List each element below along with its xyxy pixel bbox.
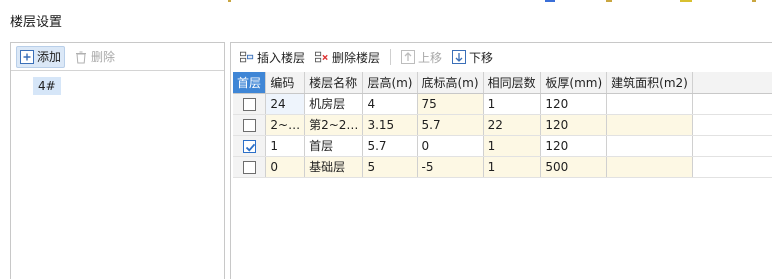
- first-floor-checkbox[interactable]: [242, 97, 256, 111]
- first-floor-cell[interactable]: [233, 156, 267, 178]
- slab-thickness-cell[interactable]: 120: [540, 114, 608, 136]
- building-area-cell[interactable]: [606, 93, 694, 115]
- slab-thickness-cell[interactable]: 500: [540, 156, 608, 178]
- move-down-label: 下移: [469, 50, 494, 65]
- floor-height-cell[interactable]: 3.15: [362, 114, 418, 136]
- top-strip: [0, 0, 772, 4]
- floor-name-cell[interactable]: 基础层: [304, 156, 364, 178]
- table-row[interactable]: 1 首层 5.7 0 1 120: [233, 135, 772, 157]
- building-name: 4#: [38, 79, 56, 93]
- floor-height-cell[interactable]: 4: [362, 93, 418, 115]
- floor-height-cell[interactable]: 5: [362, 156, 418, 178]
- header-code[interactable]: 编码: [265, 72, 306, 94]
- building-panel: 添加 删除 4#: [10, 42, 225, 279]
- bottom-elevation-cell[interactable]: 5.7: [417, 114, 484, 136]
- filler-cell: [692, 156, 772, 178]
- trash-icon: [74, 50, 88, 64]
- floor-toolbar: 插入楼层 删除楼层 上移 下移: [231, 43, 772, 71]
- header-building-area[interactable]: 建筑面积(m2): [606, 72, 694, 94]
- table-row[interactable]: 2~… 第2~2… 3.15 5.7 22 120: [233, 114, 772, 136]
- same-count-cell[interactable]: 1: [483, 135, 542, 157]
- first-floor-cell[interactable]: [233, 93, 267, 115]
- filler-cell: [692, 93, 772, 115]
- first-floor-cell[interactable]: [233, 114, 267, 136]
- bottom-elevation-cell[interactable]: -5: [417, 156, 484, 178]
- building-area-cell[interactable]: [606, 156, 694, 178]
- window-title: 楼层设置: [10, 15, 63, 30]
- arrow-down-icon: [452, 50, 467, 64]
- checkmark-icon: [245, 143, 255, 152]
- first-floor-checkbox[interactable]: [242, 160, 256, 174]
- table-header-row: 首层 编码 楼层名称 层高(m) 底标高(m) 相同层数 板厚(mm) 建筑面积…: [233, 72, 772, 94]
- floor-table: 首层 编码 楼层名称 层高(m) 底标高(m) 相同层数 板厚(mm) 建筑面积…: [233, 72, 772, 178]
- add-building-label: 添加: [37, 50, 62, 64]
- insert-floor-icon: [240, 50, 254, 64]
- header-bottom-elevation[interactable]: 底标高(m): [417, 72, 484, 94]
- slab-thickness-cell[interactable]: 120: [540, 135, 608, 157]
- same-count-cell[interactable]: 1: [483, 156, 542, 178]
- floor-name-cell[interactable]: 机房层: [304, 93, 364, 115]
- floor-height-cell[interactable]: 5.7: [362, 135, 418, 157]
- delete-building-button[interactable]: 删除: [71, 46, 118, 68]
- code-cell[interactable]: 1: [265, 135, 306, 157]
- table-row[interactable]: 24 机房层 4 75 1 120: [233, 93, 772, 115]
- arrow-up-icon: [401, 50, 416, 64]
- floor-panel: 插入楼层 删除楼层 上移 下移 首层 编码 楼层名称 层高(m) 底标高(m) …: [230, 42, 772, 279]
- code-cell[interactable]: 0: [265, 156, 306, 178]
- move-up-button[interactable]: 上移: [398, 46, 445, 68]
- header-floor-height[interactable]: 层高(m): [362, 72, 418, 94]
- same-count-cell[interactable]: 22: [483, 114, 542, 136]
- first-floor-checkbox[interactable]: [242, 139, 256, 153]
- same-count-cell[interactable]: 1: [483, 93, 542, 115]
- building-area-cell[interactable]: [606, 114, 694, 136]
- floor-name-cell[interactable]: 第2~2…: [304, 114, 364, 136]
- bottom-elevation-cell[interactable]: 75: [417, 93, 484, 115]
- add-building-button[interactable]: 添加: [16, 45, 66, 68]
- floor-name-cell[interactable]: 首层: [304, 135, 364, 157]
- plus-box-icon: [20, 49, 34, 64]
- delete-floor-button[interactable]: 删除楼层: [312, 46, 383, 68]
- filler-cell: [692, 114, 772, 136]
- insert-floor-button[interactable]: 插入楼层: [237, 46, 308, 68]
- filler-cell: [692, 135, 772, 157]
- header-first-floor[interactable]: 首层: [233, 72, 267, 94]
- building-toolbar: 添加 删除: [11, 43, 224, 71]
- slab-thickness-cell[interactable]: 120: [540, 93, 608, 115]
- code-cell[interactable]: 2~…: [265, 114, 306, 136]
- header-slab-thickness[interactable]: 板厚(mm): [540, 72, 608, 94]
- table-row[interactable]: 0 基础层 5 -5 1 500: [233, 156, 772, 178]
- building-area-cell[interactable]: [606, 135, 694, 157]
- insert-floor-label: 插入楼层: [257, 50, 306, 65]
- first-floor-checkbox[interactable]: [242, 118, 256, 132]
- header-filler: [692, 72, 772, 94]
- delete-floor-icon: [315, 50, 329, 64]
- building-item[interactable]: 4#: [33, 77, 61, 95]
- header-floor-name[interactable]: 楼层名称: [304, 72, 364, 94]
- toolbar-separator: [390, 49, 392, 65]
- first-floor-cell[interactable]: [233, 135, 267, 157]
- header-same-count[interactable]: 相同层数: [483, 72, 542, 94]
- move-down-button[interactable]: 下移: [449, 46, 496, 68]
- delete-floor-label: 删除楼层: [332, 50, 381, 65]
- move-up-label: 上移: [418, 50, 443, 65]
- bottom-elevation-cell[interactable]: 0: [417, 135, 484, 157]
- delete-building-label: 删除: [91, 50, 116, 64]
- code-cell[interactable]: 24: [265, 93, 306, 115]
